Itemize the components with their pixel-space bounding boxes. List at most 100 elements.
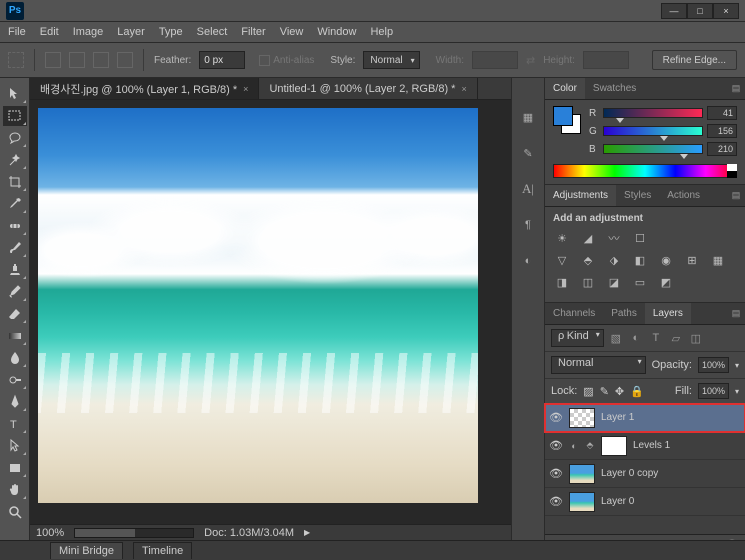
lock-pixels-icon[interactable]: ✎ [600, 385, 609, 398]
channel-value[interactable]: 210 [707, 142, 737, 156]
panel-menu-icon[interactable]: ▤ [727, 78, 745, 99]
hue-icon[interactable]: ⬘ [579, 252, 597, 268]
eyedropper-tool[interactable] [3, 194, 27, 214]
color-spectrum[interactable] [553, 164, 737, 178]
bw-icon[interactable]: ◧ [631, 252, 649, 268]
menu-select[interactable]: Select [197, 26, 228, 38]
layer-thumbnail[interactable] [569, 464, 595, 484]
refine-edge-button[interactable]: Refine Edge... [652, 50, 737, 70]
threshold-icon[interactable]: ◪ [605, 274, 623, 290]
layer-row[interactable]: 👁 Layer 0 copy [545, 460, 745, 488]
selective-color-icon[interactable]: ◩ [657, 274, 675, 290]
menu-edit[interactable]: Edit [40, 26, 59, 38]
intersect-selection-icon[interactable] [117, 52, 133, 68]
canvas-viewport[interactable] [30, 100, 511, 524]
brushes-panel-icon[interactable]: ✎ [518, 144, 538, 162]
type-tool[interactable]: T [3, 414, 27, 434]
document-tab[interactable]: 배경사진.jpg @ 100% (Layer 1, RGB/8) *× [30, 78, 259, 99]
character-panel-icon[interactable]: A| [518, 180, 538, 198]
path-selection-tool[interactable] [3, 436, 27, 456]
lasso-tool[interactable] [3, 128, 27, 148]
channel-slider[interactable] [603, 126, 703, 136]
layer-thumbnail[interactable] [569, 408, 595, 428]
panel-menu-icon[interactable]: ▤ [727, 303, 745, 324]
panel-menu-icon[interactable]: ▤ [727, 185, 745, 206]
eraser-tool[interactable] [3, 304, 27, 324]
color-balance-icon[interactable]: ⬗ [605, 252, 623, 268]
subtract-selection-icon[interactable] [93, 52, 109, 68]
paragraph-panel-icon[interactable]: ¶ [518, 216, 538, 234]
menu-file[interactable]: File [8, 26, 26, 38]
history-panel-icon[interactable]: ▦ [518, 108, 538, 126]
vibrance-icon[interactable]: ▽ [553, 252, 571, 268]
close-button[interactable]: × [713, 3, 739, 19]
layer-row[interactable]: 👁 Layer 0 [545, 488, 745, 516]
lock-transparency-icon[interactable]: ▨ [583, 385, 593, 398]
visibility-toggle-icon[interactable]: 👁 [549, 495, 563, 509]
blur-tool[interactable] [3, 348, 27, 368]
layer-thumbnail[interactable] [569, 492, 595, 512]
timeline-tab[interactable]: Timeline [133, 542, 192, 559]
zoom-scrubber[interactable] [74, 528, 194, 538]
hand-tool[interactable] [3, 480, 27, 500]
visibility-toggle-icon[interactable]: 👁 [549, 439, 563, 453]
canvas[interactable] [38, 108, 478, 503]
filter-type-icon[interactable]: T [648, 330, 664, 346]
layer-row[interactable]: 👁◐⬘Levels 1 [545, 432, 745, 460]
tab-color[interactable]: Color [545, 78, 585, 99]
layer-name[interactable]: Layer 1 [601, 412, 634, 423]
channel-mixer-icon[interactable]: ⊞ [683, 252, 701, 268]
gradient-map-icon[interactable]: ▭ [631, 274, 649, 290]
zoom-level[interactable]: 100% [36, 527, 64, 539]
feather-input[interactable]: 0 px [199, 51, 245, 69]
channel-value[interactable]: 156 [707, 124, 737, 138]
levels-icon[interactable]: ◢ [579, 230, 597, 246]
fill-input[interactable]: 100% [698, 383, 729, 399]
tab-adjustments[interactable]: Adjustments [545, 185, 616, 206]
lock-position-icon[interactable]: ✥ [615, 385, 624, 398]
zoom-tool[interactable] [3, 502, 27, 522]
layer-name[interactable]: Levels 1 [633, 440, 670, 451]
filter-pixel-icon[interactable]: ▧ [608, 330, 624, 346]
document-tab[interactable]: Untitled-1 @ 100% (Layer 2, RGB/8) *× [259, 78, 477, 99]
blend-mode-select[interactable]: Normal [551, 356, 646, 374]
tool-preset-icon[interactable] [8, 52, 24, 68]
layer-thumbnail[interactable] [601, 436, 627, 456]
brush-tool[interactable] [3, 238, 27, 258]
crop-tool[interactable] [3, 172, 27, 192]
brightness-icon[interactable]: ☀ [553, 230, 571, 246]
tab-channels[interactable]: Channels [545, 303, 603, 324]
move-tool[interactable] [3, 84, 27, 104]
mini-bridge-tab[interactable]: Mini Bridge [50, 542, 123, 559]
tab-swatches[interactable]: Swatches [585, 78, 644, 99]
marquee-tool[interactable] [3, 106, 27, 126]
new-selection-icon[interactable] [45, 52, 61, 68]
layer-name[interactable]: Layer 0 [601, 496, 634, 507]
dodge-tool[interactable] [3, 370, 27, 390]
filter-shape-icon[interactable]: ▱ [668, 330, 684, 346]
properties-panel-icon[interactable]: ◐ [518, 252, 538, 270]
close-icon[interactable]: × [243, 84, 248, 94]
menu-view[interactable]: View [280, 26, 304, 38]
tab-layers[interactable]: Layers [645, 303, 691, 324]
rectangle-tool[interactable] [3, 458, 27, 478]
gradient-tool[interactable] [3, 326, 27, 346]
channel-slider[interactable] [603, 108, 703, 118]
opacity-input[interactable]: 100% [698, 357, 729, 373]
photo-filter-icon[interactable]: ◉ [657, 252, 675, 268]
add-selection-icon[interactable] [69, 52, 85, 68]
color-lookup-icon[interactable]: ▦ [709, 252, 727, 268]
channel-value[interactable]: 41 [707, 106, 737, 120]
pen-tool[interactable] [3, 392, 27, 412]
menu-image[interactable]: Image [73, 26, 104, 38]
curves-icon[interactable]: 〰 [605, 230, 623, 246]
channel-slider[interactable] [603, 144, 703, 154]
menu-layer[interactable]: Layer [117, 26, 145, 38]
magic-wand-tool[interactable] [3, 150, 27, 170]
close-icon[interactable]: × [461, 84, 466, 94]
minimize-button[interactable]: — [661, 3, 687, 19]
menu-window[interactable]: Window [317, 26, 356, 38]
visibility-toggle-icon[interactable]: 👁 [549, 467, 563, 481]
layer-name[interactable]: Layer 0 copy [601, 468, 658, 479]
history-brush-tool[interactable] [3, 282, 27, 302]
